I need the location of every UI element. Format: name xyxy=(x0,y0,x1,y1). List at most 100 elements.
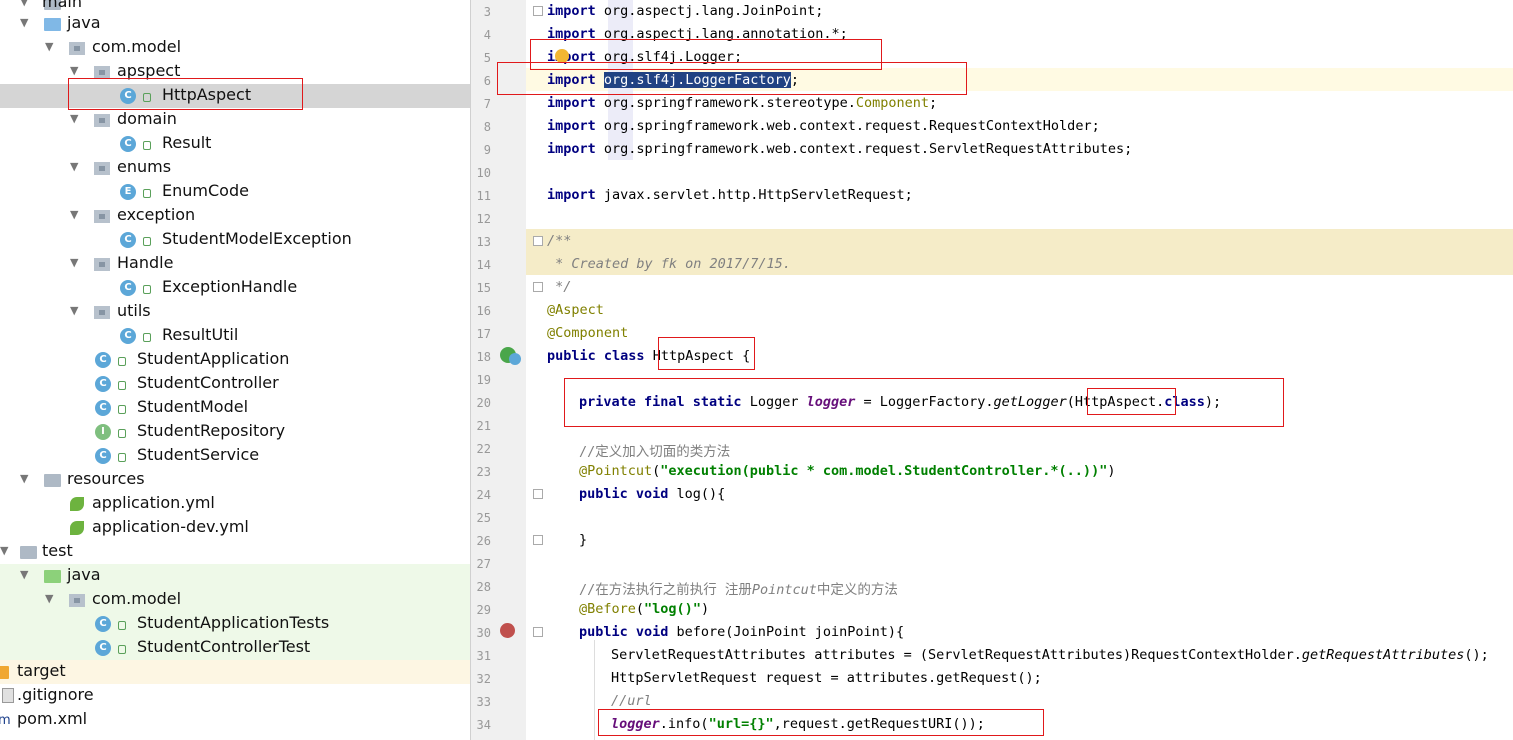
line-number: 26 xyxy=(476,534,491,548)
expand-arrow-icon[interactable]: ▼ xyxy=(70,112,78,125)
tree-item-label: application.yml xyxy=(92,493,215,512)
code-line-30[interactable]: public void before(JoinPoint joinPoint){ xyxy=(579,624,904,640)
tree-item[interactable]: ▼ test xyxy=(0,540,470,564)
class-icon: C xyxy=(120,136,136,152)
spring-config-icon xyxy=(70,497,84,511)
tree-item[interactable]: C StudentModel xyxy=(0,396,470,420)
line-number: 24 xyxy=(476,488,491,502)
maven-icon: m xyxy=(0,713,11,728)
tree-item[interactable]: C ExceptionHandle xyxy=(0,276,470,300)
tree-item[interactable]: m pom.xml xyxy=(0,708,470,732)
tree-item-label: com.model xyxy=(92,37,182,56)
lock-icon xyxy=(143,333,151,342)
fold-marker-icon[interactable] xyxy=(533,282,543,292)
code-line-14[interactable]: * Created by fk on 2017/7/15. xyxy=(547,256,791,272)
tree-item[interactable]: C StudentControllerTest xyxy=(0,636,470,660)
fold-marker-icon[interactable] xyxy=(533,627,543,637)
tree-item[interactable]: .gitignore xyxy=(0,684,470,708)
test-folder-icon xyxy=(44,570,61,583)
expand-arrow-icon[interactable]: ▼ xyxy=(20,0,28,8)
tree-item[interactable]: ▼ enums xyxy=(0,156,470,180)
tree-item[interactable]: I StudentRepository xyxy=(0,420,470,444)
tree-item[interactable]: C StudentApplication xyxy=(0,348,470,372)
tree-item-label: application-dev.yml xyxy=(92,517,249,536)
code-line-11[interactable]: import javax.servlet.http.HttpServletReq… xyxy=(547,187,913,203)
code-line-23[interactable]: @Pointcut("execution(public * com.model.… xyxy=(579,463,1115,479)
fold-marker-icon[interactable] xyxy=(533,489,543,499)
tree-item-label: java xyxy=(67,565,101,584)
expand-arrow-icon[interactable]: ▼ xyxy=(70,256,78,269)
expand-arrow-icon[interactable]: ▼ xyxy=(0,544,8,557)
line-number: 4 xyxy=(483,28,491,42)
fold-marker-icon[interactable] xyxy=(533,535,543,545)
tree-item[interactable]: C ResultUtil xyxy=(0,324,470,348)
line-number: 15 xyxy=(476,281,491,295)
lock-icon xyxy=(143,189,151,198)
tree-item[interactable]: ▼ com.model xyxy=(0,588,470,612)
code-line-32[interactable]: HttpServletRequest request = attributes.… xyxy=(611,670,1042,686)
line-number: 27 xyxy=(476,557,491,571)
line-number: 16 xyxy=(476,304,491,318)
code-line-28[interactable]: //在方法执行之前执行 注册Pointcut中定义的方法 xyxy=(579,578,898,598)
expand-arrow-icon[interactable]: ▼ xyxy=(20,568,28,581)
class-icon: C xyxy=(95,448,111,464)
line-number: 19 xyxy=(476,373,491,387)
tree-item[interactable]: ▼ Handle xyxy=(0,252,470,276)
code-line-24[interactable]: public void log(){ xyxy=(579,486,725,502)
code-line-3[interactable]: import org.aspectj.lang.JoinPoint; xyxy=(547,3,823,19)
code-line-7[interactable]: import org.springframework.stereotype.Co… xyxy=(547,95,937,111)
expand-arrow-icon[interactable]: ▼ xyxy=(45,592,53,605)
expand-arrow-icon[interactable]: ▼ xyxy=(20,472,28,485)
tree-item[interactable]: C StudentService xyxy=(0,444,470,468)
tree-item[interactable]: ▼ java xyxy=(0,564,470,588)
expand-arrow-icon[interactable]: ▼ xyxy=(45,40,53,53)
expand-arrow-icon[interactable]: ▼ xyxy=(70,160,78,173)
tree-item-label: StudentModel xyxy=(137,397,249,416)
code-line-22[interactable]: //定义加入切面的类方法 xyxy=(579,440,730,460)
expand-arrow-icon[interactable]: ▼ xyxy=(70,208,78,221)
tree-item[interactable]: ▼ exception xyxy=(0,204,470,228)
fold-marker-icon[interactable] xyxy=(533,6,543,16)
line-number: 22 xyxy=(476,442,491,456)
code-line-29[interactable]: @Before("log()") xyxy=(579,601,709,617)
tree-item[interactable]: ▼ utils xyxy=(0,300,470,324)
line-number: 9 xyxy=(483,143,491,157)
tree-item[interactable]: target xyxy=(0,660,470,684)
fold-marker-icon[interactable] xyxy=(533,236,543,246)
code-line-9[interactable]: import org.springframework.web.context.r… xyxy=(547,141,1132,157)
code-line-31[interactable]: ServletRequestAttributes attributes = (S… xyxy=(611,647,1489,663)
expand-arrow-icon[interactable]: ▼ xyxy=(70,64,78,77)
tree-item[interactable]: application.yml xyxy=(0,492,470,516)
tree-item-label: StudentControllerTest xyxy=(137,637,311,656)
advice-icon[interactable] xyxy=(500,623,515,638)
code-line-15[interactable]: */ xyxy=(547,279,571,295)
tree-item[interactable]: ▼ java xyxy=(0,12,470,36)
tree-item[interactable]: C StudentApplicationTests xyxy=(0,612,470,636)
line-number: 33 xyxy=(476,695,491,709)
tree-item[interactable]: ▼ com.model xyxy=(0,36,470,60)
code-line-33[interactable]: //url xyxy=(611,693,652,709)
code-line-16[interactable]: @Aspect xyxy=(547,302,604,318)
expand-arrow-icon[interactable]: ▼ xyxy=(20,16,28,29)
annotation-box xyxy=(497,62,967,95)
line-number: 21 xyxy=(476,419,491,433)
line-number: 25 xyxy=(476,511,491,525)
tree-item[interactable]: E EnumCode xyxy=(0,180,470,204)
tree-item[interactable]: ▼ domain xyxy=(0,108,470,132)
tree-item[interactable]: C StudentController xyxy=(0,372,470,396)
code-line-17[interactable]: @Component xyxy=(547,325,628,341)
tree-item[interactable]: C StudentModelException xyxy=(0,228,470,252)
tree-item-label: ResultUtil xyxy=(162,325,239,344)
lock-icon xyxy=(118,645,126,654)
tree-item[interactable]: ▼ resources xyxy=(0,468,470,492)
expand-arrow-icon[interactable]: ▼ xyxy=(70,304,78,317)
indent-guide xyxy=(594,640,595,740)
tree-item[interactable]: C Result xyxy=(0,132,470,156)
tree-item[interactable]: application-dev.yml xyxy=(0,516,470,540)
code-line-13[interactable]: /** xyxy=(547,233,571,249)
code-line-8[interactable]: import org.springframework.web.context.r… xyxy=(547,118,1100,134)
class-icon: C xyxy=(120,328,136,344)
line-number: 18 xyxy=(476,350,491,364)
code-line-26[interactable]: } xyxy=(579,532,587,548)
line-number: 10 xyxy=(476,166,491,180)
